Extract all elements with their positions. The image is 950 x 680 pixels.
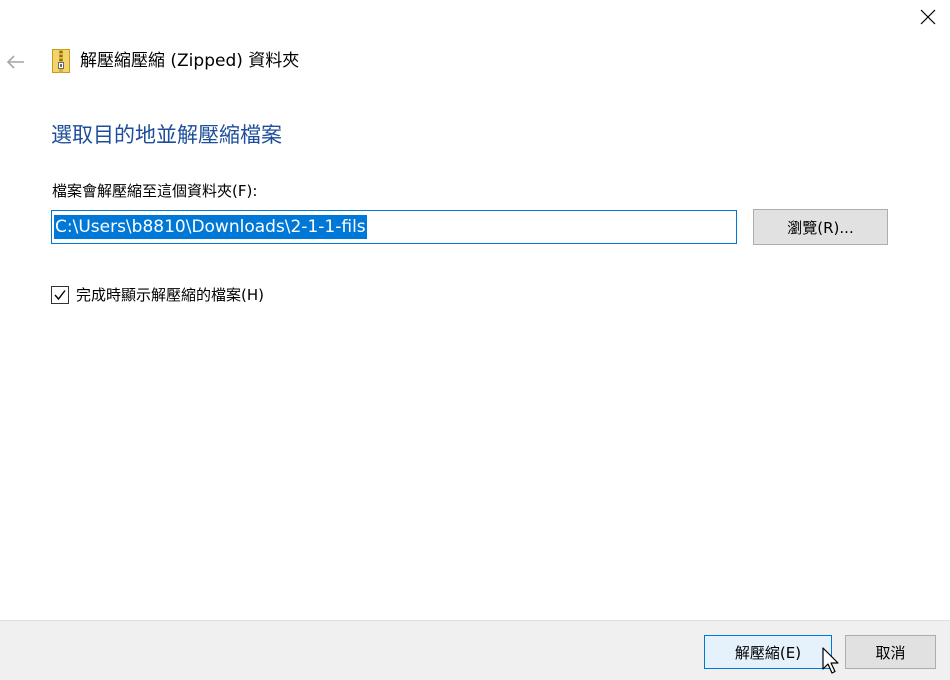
back-arrow-icon [6, 55, 24, 69]
destination-path-input[interactable]: C:\Users\b8810\Downloads\2-1-1-fils [51, 210, 737, 244]
dialog-footer: 解壓縮(E) 取消 [0, 620, 950, 680]
show-files-checkbox[interactable] [51, 286, 69, 304]
close-icon [920, 9, 936, 25]
browse-button[interactable]: 瀏覽(R)... [753, 209, 888, 245]
extract-button[interactable]: 解壓縮(E) [704, 635, 832, 669]
extract-dialog: 解壓縮壓縮 (Zipped) 資料夾 選取目的地並解壓縮檔案 檔案會解壓縮至這個… [0, 0, 950, 680]
destination-path-value: C:\Users\b8810\Downloads\2-1-1-fils [54, 215, 367, 239]
zip-folder-icon [52, 49, 70, 73]
destination-label: 檔案會解壓縮至這個資料夾(F): [52, 182, 258, 200]
show-files-label: 完成時顯示解壓縮的檔案(H) [76, 286, 264, 304]
checkmark-icon [54, 290, 66, 301]
back-button[interactable] [2, 48, 30, 76]
page-heading: 選取目的地並解壓縮檔案 [51, 123, 282, 147]
window-title: 解壓縮壓縮 (Zipped) 資料夾 [80, 51, 300, 71]
close-button[interactable] [910, 0, 946, 34]
show-files-option[interactable]: 完成時顯示解壓縮的檔案(H) [51, 284, 264, 306]
cancel-button[interactable]: 取消 [845, 635, 936, 669]
